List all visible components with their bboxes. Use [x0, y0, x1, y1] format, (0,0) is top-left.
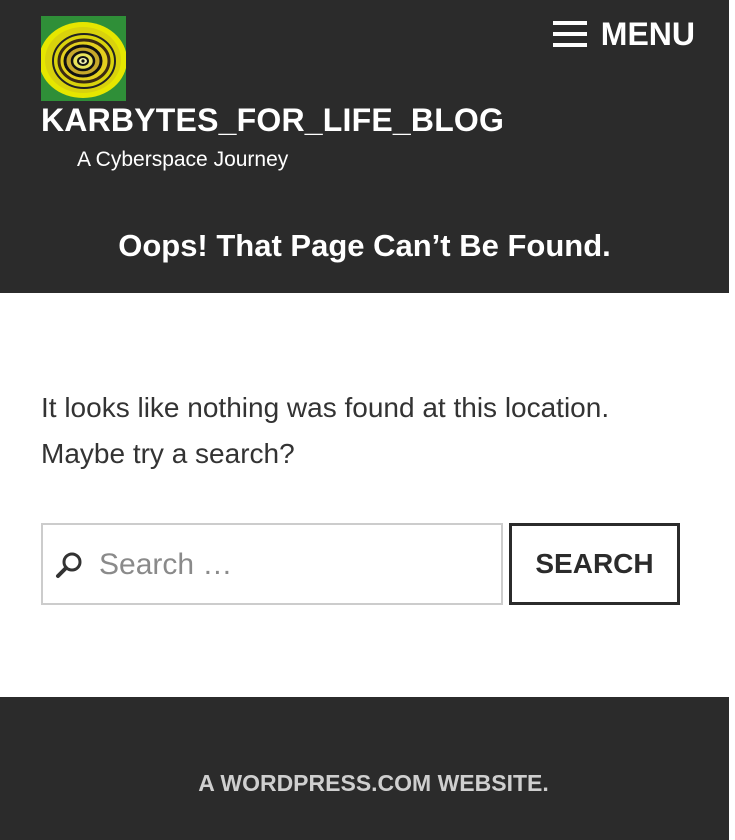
site-title[interactable]: KARBYTES_FOR_LIFE_BLOG [41, 102, 504, 139]
not-found-message: It looks like nothing was found at this … [41, 392, 610, 469]
search-button[interactable]: SEARCH [509, 523, 680, 605]
search-input[interactable] [99, 539, 489, 591]
page-title: Oops! That Page Can’t Be Found. [118, 228, 611, 263]
search-field[interactable] [41, 523, 503, 605]
search-form: SEARCH [41, 523, 681, 605]
site-logo[interactable] [41, 16, 126, 101]
site-footer: A WORDPRESS.COM WEBSITE. [0, 697, 729, 840]
site-tagline: A Cyberspace Journey [77, 148, 289, 171]
site-logo-spiral-icon [41, 16, 126, 101]
hamburger-icon [552, 21, 587, 47]
menu-toggle-button[interactable]: MENU [552, 16, 695, 52]
wordpress-footer-link[interactable]: A WORDPRESS.COM WEBSITE. [0, 770, 735, 797]
search-icon [56, 552, 82, 578]
menu-label: MENU [600, 16, 695, 52]
site-header: KARBYTES_FOR_LIFE_BLOG A Cyberspace Jour… [0, 0, 729, 293]
